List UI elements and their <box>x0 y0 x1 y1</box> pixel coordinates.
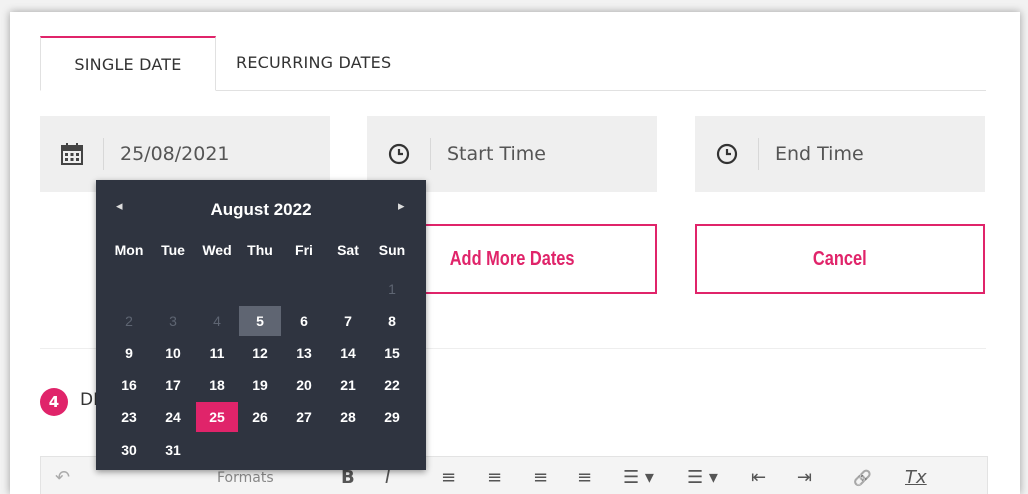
calendar-day[interactable]: 18 <box>196 370 238 400</box>
calendar-day[interactable]: 9 <box>108 338 150 368</box>
calendar-day[interactable]: 29 <box>371 402 413 432</box>
bold-button[interactable]: B <box>341 467 355 488</box>
calendar-day[interactable]: 19 <box>239 370 281 400</box>
link-icon[interactable]: 🔗 <box>853 469 872 487</box>
calendar-day[interactable]: 24 <box>152 402 194 432</box>
undo-icon[interactable]: ↶ <box>55 467 70 488</box>
cancel-label: Cancel <box>813 248 867 270</box>
calendar-day[interactable]: 8 <box>371 306 413 336</box>
weekday-header: Mon <box>114 242 144 258</box>
calendar-day[interactable]: 16 <box>108 370 150 400</box>
calendar-day[interactable]: 30 <box>108 435 150 465</box>
date-mode-tabs: SINGLE DATE RECURRING DATES <box>40 36 986 91</box>
calendar-day[interactable]: 6 <box>283 306 325 336</box>
field-divider <box>103 138 104 170</box>
calendar-day-selected[interactable]: 25 <box>196 402 238 432</box>
indent-icon[interactable]: ⇥ <box>797 467 812 488</box>
align-left-icon[interactable]: ≡ <box>441 467 456 488</box>
weekday-header: Sat <box>337 242 359 258</box>
weekday-header: Thu <box>247 242 273 258</box>
formats-dropdown[interactable]: Formats <box>217 470 274 486</box>
step-number-badge: 4 <box>40 388 68 416</box>
italic-button[interactable]: I <box>385 467 390 488</box>
end-time-field[interactable]: End Time <box>695 116 985 192</box>
field-divider <box>430 138 431 170</box>
calendar-day[interactable]: 5 <box>239 306 281 336</box>
clock-icon <box>716 143 738 165</box>
date-picker-popup: ◂ August 2022 ▸ Mon Tue Wed Thu Fri Sat Sun 1 2 3… <box>96 180 426 470</box>
field-divider <box>758 138 759 170</box>
justify-icon[interactable]: ≡ <box>577 467 592 488</box>
calendar-day[interactable]: 10 <box>152 338 194 368</box>
align-right-icon[interactable]: ≡ <box>533 467 548 488</box>
cancel-button[interactable]: Cancel <box>695 224 985 294</box>
calendar-day[interactable]: 14 <box>327 338 369 368</box>
calendar-day[interactable]: 13 <box>283 338 325 368</box>
calendar-day: 2 <box>125 313 133 329</box>
calendar-day: 1 <box>388 281 396 297</box>
calendar-day[interactable]: 23 <box>108 402 150 432</box>
add-more-dates-label: Add More Dates <box>449 248 575 270</box>
clear-format-icon[interactable]: Tx <box>905 467 927 488</box>
tab-recurring-dates[interactable]: RECURRING DATES <box>236 36 391 90</box>
numbered-list-icon[interactable]: ☰ ▾ <box>687 467 718 488</box>
start-time-placeholder: Start Time <box>447 143 546 165</box>
calendar-day[interactable]: 22 <box>371 370 413 400</box>
calendar-day[interactable]: 31 <box>152 435 194 465</box>
calendar-day[interactable]: 12 <box>239 338 281 368</box>
weekday-header: Fri <box>295 242 313 258</box>
calendar-day[interactable]: 7 <box>327 306 369 336</box>
calendar-day[interactable]: 27 <box>283 402 325 432</box>
calendar-day[interactable]: 20 <box>283 370 325 400</box>
end-time-placeholder: End Time <box>775 143 864 165</box>
weekday-header: Sun <box>378 242 406 258</box>
calendar-day[interactable]: 28 <box>327 402 369 432</box>
calendar-day: 3 <box>169 313 177 329</box>
weekday-header: Tue <box>161 242 185 258</box>
bullet-list-icon[interactable]: ☰ ▾ <box>623 467 654 488</box>
calendar-month-title: August 2022 <box>210 200 312 219</box>
calendar-day[interactable]: 26 <box>239 402 281 432</box>
calendar-day: 4 <box>213 313 221 329</box>
calendar-icon <box>61 143 83 165</box>
calendar-day[interactable]: 17 <box>152 370 194 400</box>
calendar-day[interactable]: 11 <box>196 338 238 368</box>
weekday-header: Wed <box>202 242 232 258</box>
next-month-icon[interactable]: ▸ <box>398 198 405 214</box>
calendar-day[interactable]: 15 <box>371 338 413 368</box>
outdent-icon[interactable]: ⇤ <box>751 467 766 488</box>
tab-single-date[interactable]: SINGLE DATE <box>40 36 216 91</box>
align-center-icon[interactable]: ≡ <box>487 467 502 488</box>
clock-icon <box>388 143 410 165</box>
calendar-day[interactable]: 21 <box>327 370 369 400</box>
